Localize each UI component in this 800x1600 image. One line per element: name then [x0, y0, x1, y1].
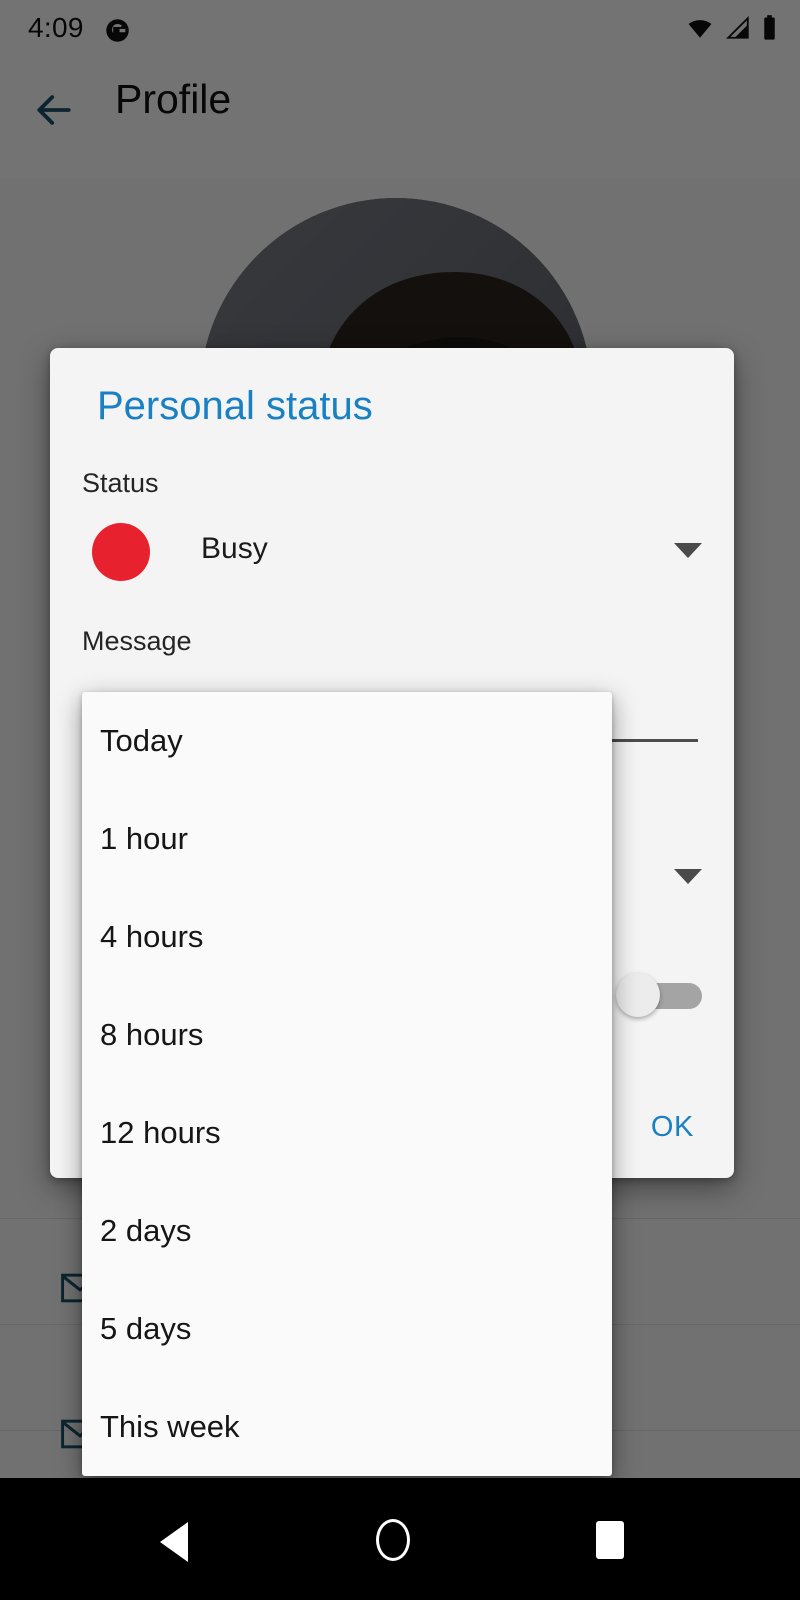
list-item-label: 5 days — [100, 1311, 192, 1346]
status-selected-value: Busy — [201, 532, 268, 565]
list-item[interactable]: Today — [82, 692, 612, 790]
duration-dropdown-menu[interactable]: Today 1 hour 4 hours 8 hours 12 hours 2 … — [82, 692, 612, 1476]
nav-recents-icon[interactable] — [596, 1521, 624, 1559]
list-item[interactable]: 8 hours — [82, 986, 612, 1084]
list-item-label: 8 hours — [100, 1017, 204, 1052]
dialog-actions: OK — [629, 1101, 716, 1154]
ok-button[interactable]: OK — [629, 1101, 716, 1154]
status-color-dot — [92, 523, 150, 581]
status-toggle-switch[interactable] — [616, 973, 702, 1017]
list-item-label: 2 days — [100, 1213, 192, 1248]
list-item[interactable]: 4 hours — [82, 888, 612, 986]
list-item-label: 4 hours — [100, 919, 204, 954]
toggle-thumb[interactable] — [616, 973, 660, 1017]
chevron-down-icon[interactable] — [674, 543, 702, 558]
list-item-label: This week — [100, 1409, 240, 1444]
list-item[interactable]: 5 days — [82, 1280, 612, 1378]
status-field-label: Status — [82, 468, 159, 498]
list-item[interactable]: 2 days — [82, 1182, 612, 1280]
list-item-label: 1 hour — [100, 821, 188, 856]
nav-back-icon[interactable] — [160, 1522, 188, 1562]
nav-home-icon[interactable] — [376, 1519, 410, 1561]
list-item-label: 12 hours — [100, 1115, 221, 1150]
dialog-title: Personal status — [97, 384, 373, 428]
list-item[interactable]: 1 hour — [82, 790, 612, 888]
chevron-down-icon[interactable] — [674, 869, 702, 884]
screen-root: 4:09 — [0, 0, 800, 1600]
list-item-label: Today — [100, 723, 183, 758]
android-nav-bar — [0, 1478, 800, 1600]
status-dropdown[interactable]: Busy — [82, 510, 702, 594]
list-item[interactable]: 12 hours — [82, 1084, 612, 1182]
list-item[interactable]: This week — [82, 1378, 612, 1476]
message-field-label: Message — [82, 626, 192, 656]
